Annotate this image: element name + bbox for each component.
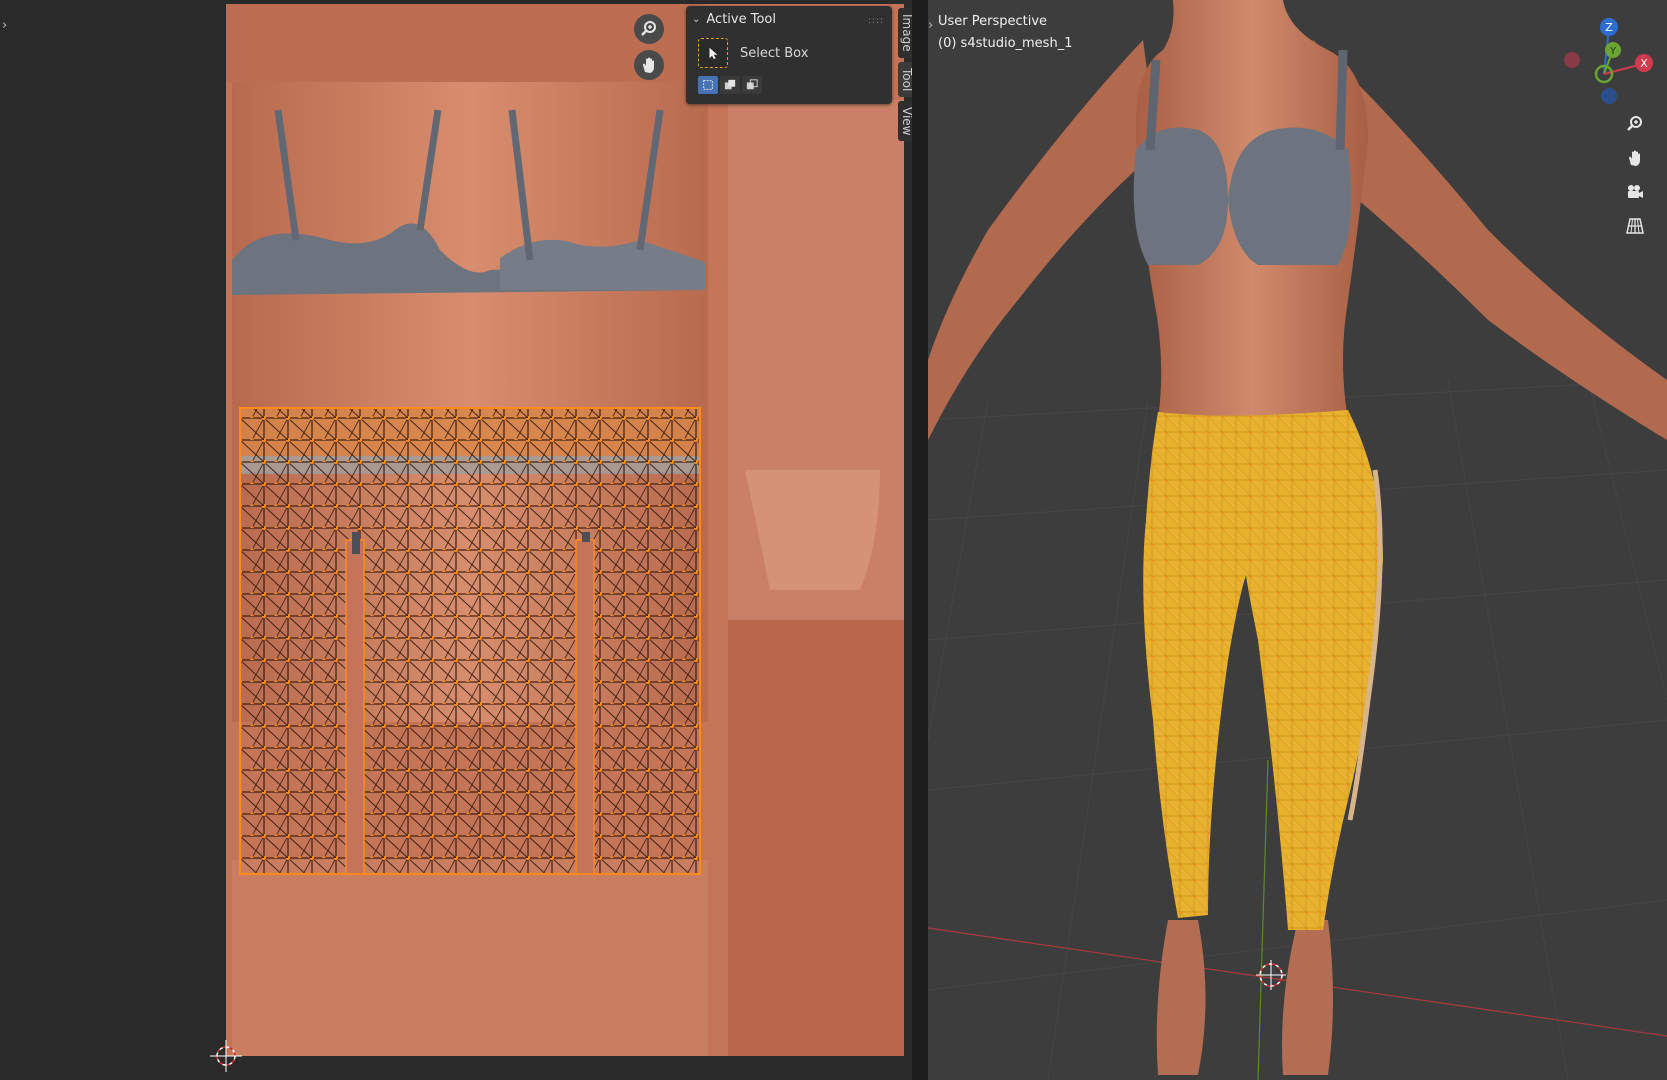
active-tool-panel: ⌄ Active Tool :::: Select Box (686, 6, 892, 104)
viewport-zoom-button[interactable] (1621, 110, 1649, 138)
active-tool-title: Active Tool (706, 12, 776, 27)
zoom-icon (1627, 116, 1642, 131)
gizmo-neg-x-icon (1564, 52, 1580, 68)
gizmo-x-label: X (1640, 57, 1648, 70)
select-box-icon (698, 38, 728, 68)
uv-mesh-selection[interactable] (239, 407, 701, 875)
viewport-pan-button[interactable] (1621, 144, 1649, 172)
active-tool-header[interactable]: ⌄ Active Tool (692, 12, 776, 27)
view-name-label: User Perspective (938, 14, 1048, 29)
mode-extend-selection-button[interactable] (720, 76, 740, 94)
gizmo-y-label: Y (1609, 46, 1617, 57)
mode-subtract-selection-button[interactable] (742, 76, 762, 94)
mode-new-selection-button[interactable] (698, 76, 718, 94)
viewport-scene[interactable]: Z Y X (928, 0, 1667, 1080)
navigation-gizmo[interactable]: Z Y X (1564, 18, 1653, 104)
gizmo-z-label: Z (1605, 21, 1613, 34)
panel-grip-icon[interactable]: :::: (868, 16, 884, 26)
bra-right-cup (1228, 127, 1352, 265)
bra-strap-right (1335, 49, 1348, 151)
select-box-tool[interactable]: Select Box (698, 38, 808, 68)
uv-pan-button[interactable] (634, 50, 664, 80)
select-box-label: Select Box (740, 45, 809, 61)
camera-icon (1628, 185, 1643, 198)
arm-left (928, 40, 1158, 440)
zoom-icon (641, 21, 656, 36)
bra-strap-left (1145, 59, 1161, 151)
gizmo-neg-z-icon (1601, 88, 1617, 104)
grid-icon (1626, 218, 1644, 234)
3d-viewport-pane[interactable]: Z Y X › User Perspective (0) s4studio_me… (928, 0, 1667, 1080)
area-divider[interactable] (912, 0, 928, 1080)
viewport-grid-button[interactable] (1621, 212, 1649, 240)
leggings-wireframe (1143, 410, 1383, 930)
active-object-label: (0) s4studio_mesh_1 (938, 36, 1073, 51)
texture-lower-block (728, 620, 904, 1056)
chevron-down-icon: ⌄ (692, 14, 701, 25)
viewport-camera-button[interactable] (1621, 178, 1649, 206)
hand-pan-icon (1629, 150, 1640, 166)
uv-texture-canvas[interactable] (0, 0, 912, 1080)
texture-legs (232, 860, 708, 1056)
feet (1156, 920, 1333, 1075)
uv-editor-pane[interactable]: › ⌄ Active Tool:::: Select Box Image To… (0, 0, 916, 1080)
collapse-viewport-arrow-icon[interactable]: › (928, 18, 933, 33)
hand-pan-icon (643, 57, 654, 73)
selection-mode-group (698, 76, 762, 94)
y-axis-line (1257, 759, 1269, 1080)
uv-zoom-button[interactable] (634, 14, 664, 44)
